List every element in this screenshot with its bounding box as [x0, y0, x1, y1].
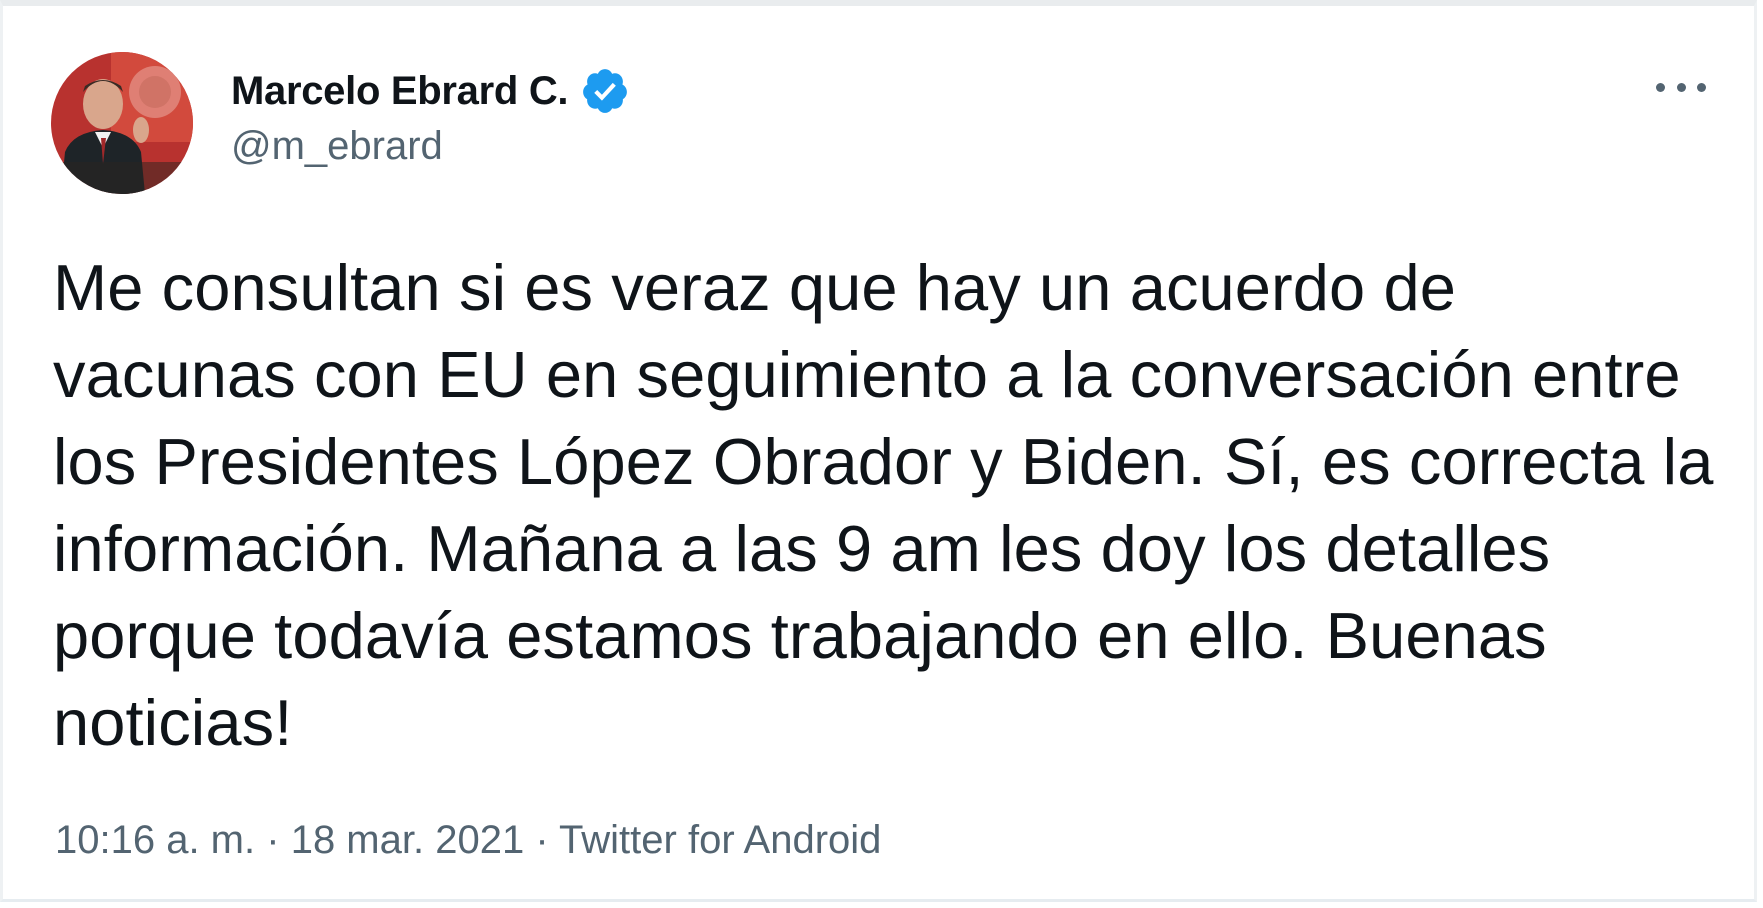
user-handle[interactable]: @m_ebrard — [231, 124, 630, 169]
tweet-metadata: 10:16 a. m. · 18 mar. 2021 · Twitter for… — [55, 818, 881, 863]
tweet-text: Me consultan si es veraz que hay un acue… — [53, 251, 1714, 759]
more-horizontal-icon[interactable] — [1656, 72, 1706, 102]
name-row: Marcelo Ebrard C. — [231, 64, 630, 118]
avatar-photo — [51, 52, 193, 194]
tweet-source[interactable]: Twitter for Android — [559, 818, 881, 862]
meta-separator: · — [535, 818, 549, 862]
display-name[interactable]: Marcelo Ebrard C. — [231, 69, 569, 114]
tweet-card: Marcelo Ebrard C. @m_ebrard Me consultan… — [0, 0, 1757, 902]
tweet-header: Marcelo Ebrard C. @m_ebrard — [231, 64, 630, 169]
tweet-time[interactable]: 10:16 a. m. — [55, 818, 255, 862]
more-dot — [1656, 82, 1665, 92]
avatar[interactable] — [51, 52, 193, 194]
more-dot — [1697, 82, 1706, 92]
verified-badge-icon — [583, 69, 628, 113]
meta-separator: · — [266, 818, 280, 862]
more-dot — [1676, 82, 1686, 92]
tweet-date[interactable]: 18 mar. 2021 — [291, 818, 525, 862]
